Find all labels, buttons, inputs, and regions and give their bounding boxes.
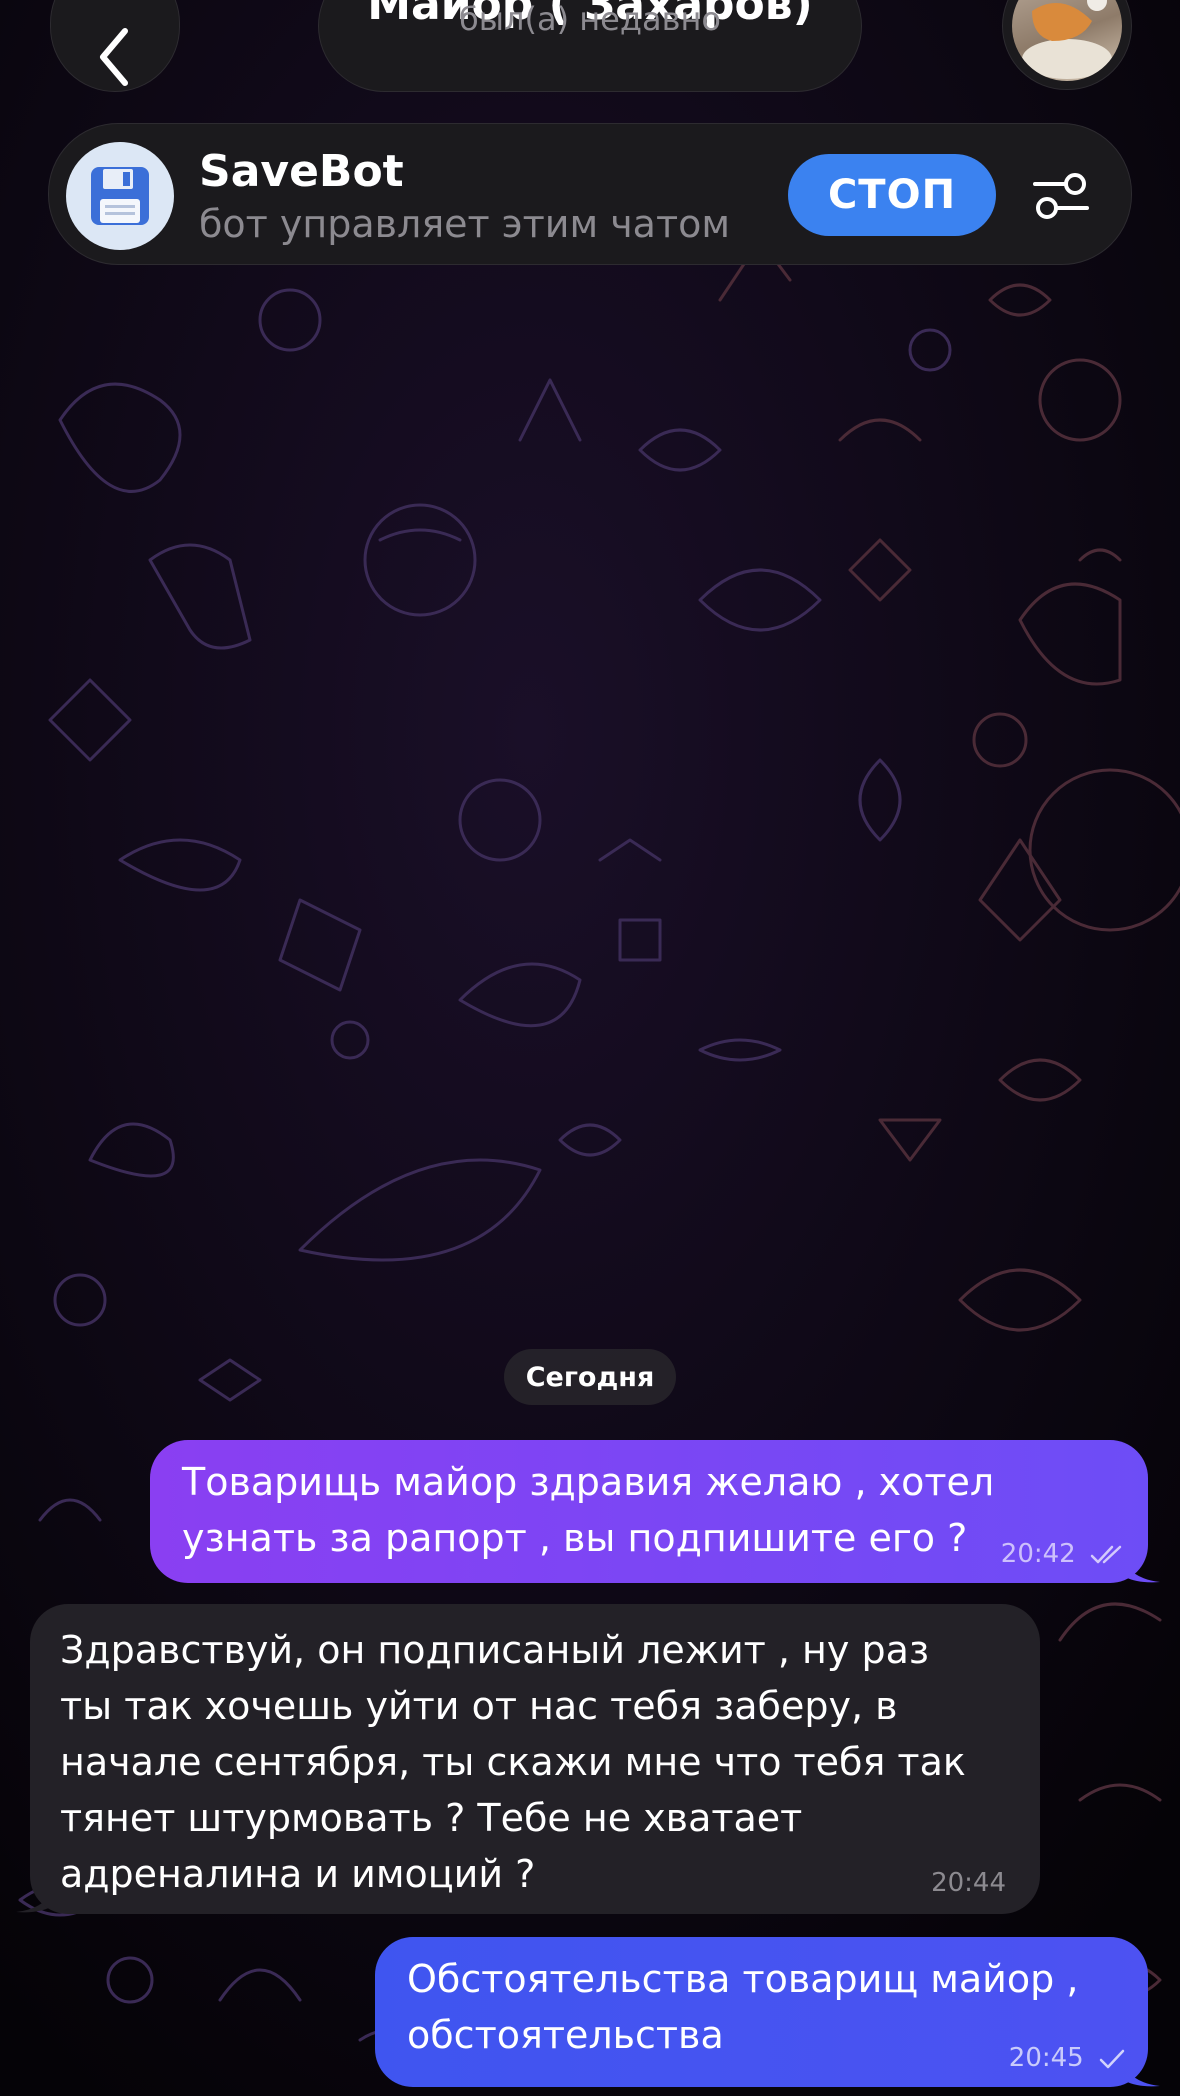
message-time: 20:42 — [1001, 1539, 1126, 1569]
message-text: Товарищь майор здравия желаю , хотел узн… — [182, 1460, 995, 1560]
sliders-icon[interactable] — [1029, 164, 1093, 228]
bot-name: SaveBot — [199, 146, 404, 197]
chevron-left-icon — [100, 28, 128, 86]
chat-title-pill[interactable]: Майор ( Захаров) был(а) недавно — [318, 0, 862, 92]
floppy-disk-icon — [66, 142, 174, 250]
message-time: 20:45 — [1009, 2043, 1126, 2073]
date-separator: Сегодня — [504, 1349, 676, 1405]
bot-control-panel: SaveBot бот управляет этим чатом СТОП — [48, 123, 1132, 265]
avatar-photo — [1012, 0, 1122, 81]
message-bubble-incoming[interactable]: Здравствуй, он подписаный лежит , ну раз… — [30, 1604, 1040, 1914]
bot-subtitle: бот управляет этим чатом — [199, 202, 730, 246]
contact-status: был(а) недавно — [459, 0, 721, 38]
double-check-icon — [1090, 1545, 1122, 1563]
message-bubble-outgoing[interactable]: Товарищь майор здравия желаю , хотел узн… — [150, 1440, 1148, 1583]
message-bubble-outgoing[interactable]: Обстоятельства товарищ майор , обстоятел… — [375, 1937, 1148, 2087]
message-text: Здравствуй, он подписаный лежит , ну раз… — [60, 1628, 966, 1896]
stop-bot-button[interactable]: СТОП — [788, 154, 996, 236]
message-time: 20:44 — [931, 1868, 1006, 1898]
single-check-icon — [1099, 2049, 1125, 2068]
